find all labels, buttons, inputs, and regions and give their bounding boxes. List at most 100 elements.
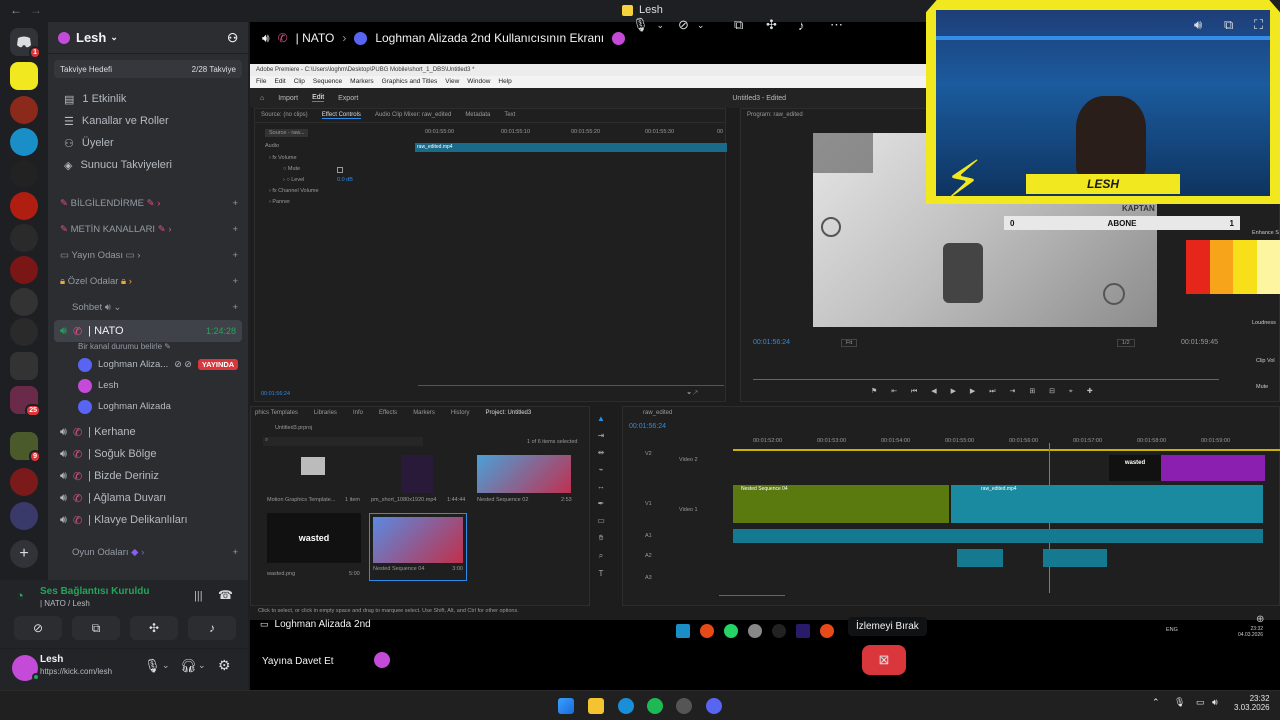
quality-dropdown[interactable]: 1/2 xyxy=(1117,339,1135,347)
voice-channel[interactable]: 🔊︎ ✆ | Soğuk Bölge xyxy=(48,443,248,465)
volume-tray-icon[interactable]: 🔊︎ xyxy=(1212,697,1218,708)
transport-controls[interactable]: ⚑ ⇤ ⏮ ◀ ▶ ▶ ⏭ ⇥ ⊞ ⊟ ⌖ ✚ xyxy=(871,387,1099,396)
voice-user[interactable]: Loghman Aliza... ⊘ ⊘ YAYINDA xyxy=(48,354,248,375)
screen-share-button[interactable]: ⧉ xyxy=(72,616,120,640)
server-icon[interactable] xyxy=(10,288,38,316)
network-icon[interactable]: ▭ xyxy=(1196,697,1205,708)
edge-icon[interactable] xyxy=(618,698,634,714)
voice-channel-path[interactable]: | NATO / Lesh xyxy=(40,599,90,608)
rectangle-tool-icon[interactable]: ▭ xyxy=(597,516,605,525)
mic-tray-icon[interactable]: 🎙︎ xyxy=(1174,697,1185,708)
tab-libraries[interactable]: Libraries xyxy=(314,410,337,416)
camera-button[interactable]: ⊘ ⌄ xyxy=(678,12,704,38)
tab-source[interactable]: Source: (no clips) xyxy=(261,112,308,119)
track-label[interactable]: A1 xyxy=(645,533,652,539)
menu-markers[interactable]: Markers xyxy=(350,76,373,88)
clip-nested-sequence[interactable]: Nested Sequence 04 xyxy=(733,485,949,523)
tab-effects[interactable]: Effects xyxy=(379,410,397,416)
type-tool-icon[interactable]: T xyxy=(599,569,604,578)
program-scrubber[interactable] xyxy=(753,379,1219,380)
level-value[interactable]: 0.0 dB xyxy=(337,177,353,183)
add-channel-icon[interactable]: + xyxy=(232,224,238,235)
menu-file[interactable]: File xyxy=(256,76,266,88)
bin-thumbnail[interactable] xyxy=(401,455,433,493)
stop-watching-button[interactable]: ⊠ xyxy=(862,645,906,675)
tab-audio-mixer[interactable]: Audio Clip Mixer: raw_edited xyxy=(375,112,451,119)
bin-item-selected[interactable]: Nested Sequence 04 3:00 xyxy=(369,513,467,581)
server-lesh-icon[interactable] xyxy=(10,62,38,90)
category-oyun[interactable]: Oyun Odaları ◆ › + xyxy=(48,539,248,565)
menu-edit[interactable]: Edit xyxy=(274,76,285,88)
menu-graphics[interactable]: Graphics and Titles xyxy=(382,76,438,88)
nav-members[interactable]: ⚇ Üyeler xyxy=(48,132,248,154)
category-ozel[interactable]: 🔒︎ Özel Odalar 🔒︎ › + xyxy=(48,268,248,294)
menu-help[interactable]: Help xyxy=(498,76,511,88)
more-options-button[interactable]: ⋯ xyxy=(830,12,843,38)
stream-channel-name[interactable]: | NATO xyxy=(296,31,335,45)
voice-status[interactable]: Ses Bağlantısı Kuruldu xyxy=(40,586,149,597)
add-friend-icon[interactable]: ⚇ xyxy=(227,31,238,45)
bin-name[interactable]: wasted.png xyxy=(267,571,295,577)
category-metin[interactable]: ✎ METİN KANALLARI ✎ › + xyxy=(48,216,248,242)
bin-name[interactable]: pm_short_1080x1920.mp4 xyxy=(371,497,436,503)
soundboard-button[interactable]: ♪ xyxy=(798,12,805,38)
screen-share-button[interactable]: ⧉ xyxy=(734,12,743,38)
work-area-bar[interactable] xyxy=(733,449,1280,451)
fit-dropdown[interactable]: Fit xyxy=(841,339,858,347)
audio-clip[interactable] xyxy=(1043,549,1107,567)
bin-name[interactable]: Nested Sequence 02 xyxy=(477,497,528,503)
effect-volume[interactable]: › fx Volume xyxy=(269,155,297,161)
zoom-tool-icon[interactable]: ⌕ xyxy=(599,551,603,561)
voice-channel[interactable]: 🔊︎ ✆ | Klavye Delikanlıları xyxy=(48,509,248,531)
track-label[interactable]: A2 xyxy=(645,553,652,559)
disconnect-icon[interactable]: ☎ xyxy=(218,588,233,602)
voice-channel[interactable]: 🔊︎ ✆ | Bizde Deriniz xyxy=(48,465,248,487)
forward-arrow-icon[interactable]: → xyxy=(30,3,42,17)
avatar[interactable] xyxy=(374,652,390,668)
microphone-button[interactable]: 🎙︎ ⌄ xyxy=(632,12,664,38)
headphones-icon[interactable]: 🎧︎ xyxy=(180,658,197,674)
clip-wasted[interactable]: wasted xyxy=(1109,455,1161,481)
timeline-tab[interactable]: raw_edited xyxy=(623,407,1279,419)
zoom-scrollbar[interactable] xyxy=(418,385,724,386)
category-sohbet[interactable]: Sohbet 🔊︎ ⌄ + xyxy=(48,294,248,320)
tab-history[interactable]: History xyxy=(451,410,470,416)
tab-project[interactable]: Project: Untitled3 xyxy=(486,410,532,416)
nav-channels-roles[interactable]: ☰ Kanallar ve Roller xyxy=(48,110,248,132)
track-select-icon[interactable]: ⇥ xyxy=(598,431,605,440)
category-bilgilendirme[interactable]: ✎ BİLGİLENDİRME ✎ › + xyxy=(48,190,248,216)
track-label[interactable]: V1 xyxy=(645,501,652,507)
voice-user[interactable]: Loghman Alizada xyxy=(48,396,248,417)
audio-clip[interactable] xyxy=(957,549,1003,567)
voice-channel[interactable]: 🔊︎ ✆ | Ağlama Duvarı xyxy=(48,487,248,509)
home-icon[interactable]: ⌂ xyxy=(260,95,264,102)
app-icon[interactable] xyxy=(676,698,692,714)
server-icon[interactable] xyxy=(10,224,38,252)
clip-raw-edited[interactable]: raw_edited.mp4 xyxy=(951,485,1263,523)
voice-channel[interactable]: 🔊︎ ✆ | Kerhane xyxy=(48,421,248,443)
discord-home-icon[interactable]: 1 xyxy=(10,28,41,59)
add-channel-icon[interactable]: + xyxy=(232,276,238,287)
tray-chevron-icon[interactable]: ⌃ xyxy=(1152,697,1160,708)
back-arrow-icon[interactable]: ← xyxy=(10,3,22,17)
server-folder-icon[interactable]: 9 xyxy=(10,432,41,463)
folder-icon[interactable] xyxy=(301,457,325,475)
server-icon[interactable] xyxy=(10,318,38,346)
camera-off-button[interactable]: ⊘ xyxy=(14,616,62,640)
server-icon[interactable] xyxy=(10,96,38,124)
menu-window[interactable]: Window xyxy=(467,76,490,88)
server-icon[interactable] xyxy=(10,502,38,530)
timeline-scrollbar[interactable] xyxy=(719,595,785,596)
razor-tool-icon[interactable]: ⌁ xyxy=(599,465,604,474)
category-yayin[interactable]: ▭ Yayın Odası ▭ › + xyxy=(48,242,248,268)
tab-metadata[interactable]: Metadata xyxy=(465,112,490,119)
bin-thumbnail[interactable] xyxy=(477,455,571,493)
effect-level[interactable]: › ○ Level xyxy=(283,177,304,183)
server-folder-icon[interactable]: 25 xyxy=(10,386,41,417)
bin-thumbnail[interactable]: wasted xyxy=(267,513,361,563)
soundboard-button[interactable]: ♪ xyxy=(188,616,236,640)
user-custom-status[interactable]: https://kick.com/lesh xyxy=(40,667,112,676)
invite-to-stream-button[interactable]: Yayına Davet Et xyxy=(262,652,334,670)
voice-user[interactable]: Lesh xyxy=(48,375,248,396)
server-icon[interactable] xyxy=(10,128,38,156)
